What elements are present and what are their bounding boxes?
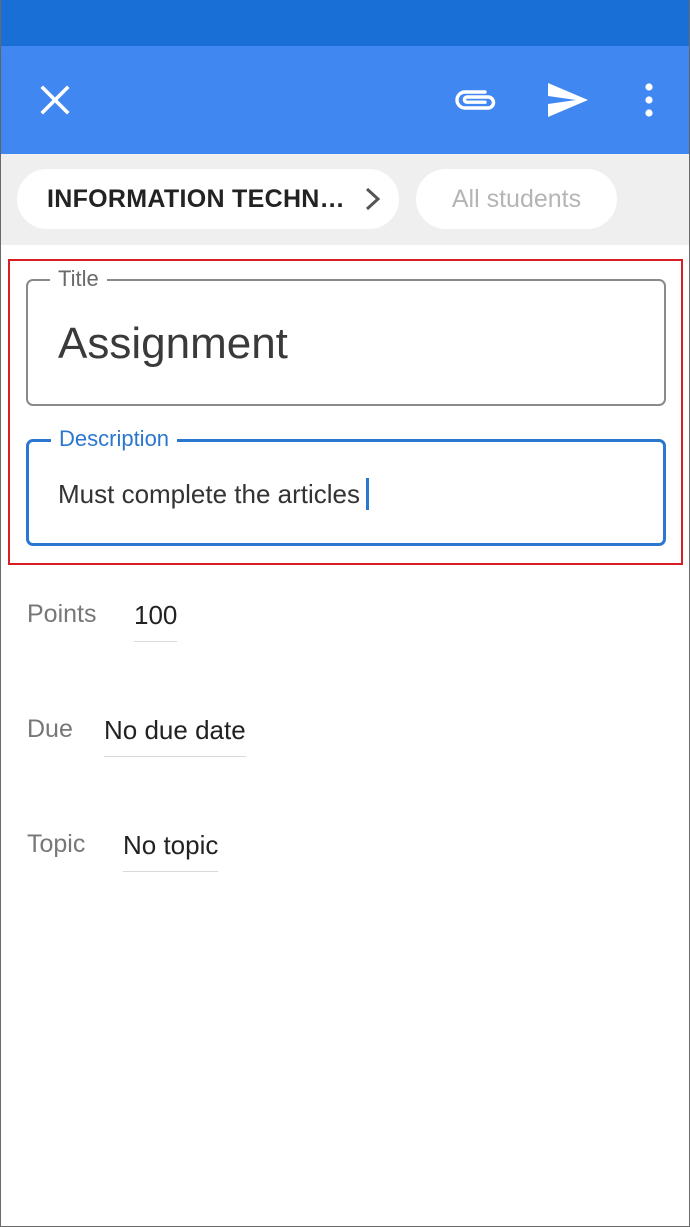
description-field-label: Description bbox=[51, 425, 178, 453]
title-input-value[interactable]: Assignment bbox=[58, 319, 288, 369]
more-options-button[interactable] bbox=[621, 70, 677, 130]
title-field-label: Title bbox=[50, 265, 107, 293]
attach-button[interactable] bbox=[446, 70, 506, 130]
send-button[interactable] bbox=[538, 70, 598, 130]
due-date-picker[interactable]: No due date bbox=[104, 715, 246, 757]
points-input[interactable]: 100 bbox=[134, 600, 178, 642]
text-cursor bbox=[366, 478, 370, 510]
due-label: Due bbox=[27, 715, 73, 743]
due-row: Due No due date bbox=[27, 715, 287, 775]
points-row: Points 100 bbox=[27, 600, 227, 660]
app-bar bbox=[1, 46, 689, 154]
description-input-value: Must complete the articles bbox=[58, 478, 361, 509]
topic-selector[interactable]: No topic bbox=[123, 830, 219, 872]
close-icon bbox=[40, 85, 70, 115]
topic-label: Topic bbox=[27, 830, 86, 858]
students-chip-label: All students bbox=[451, 184, 582, 213]
title-field[interactable]: Title Assignment bbox=[26, 265, 666, 406]
chevron-right-icon bbox=[365, 187, 381, 211]
class-chip-label: INFORMATION TECHN… bbox=[47, 184, 345, 213]
students-chip[interactable]: All students bbox=[416, 169, 617, 229]
status-bar bbox=[1, 0, 689, 46]
close-button[interactable] bbox=[25, 70, 85, 130]
audience-chips-row: INFORMATION TECHN… All students bbox=[1, 154, 689, 245]
description-field[interactable]: Description Must complete the articles bbox=[26, 425, 666, 546]
more-vert-icon bbox=[645, 83, 653, 117]
description-input[interactable]: Must complete the articles bbox=[58, 478, 370, 510]
topic-row: Topic No topic bbox=[27, 830, 287, 890]
class-chip[interactable]: INFORMATION TECHN… bbox=[17, 169, 399, 229]
paperclip-icon bbox=[455, 90, 496, 110]
points-label: Points bbox=[27, 600, 97, 628]
send-icon bbox=[548, 83, 588, 117]
